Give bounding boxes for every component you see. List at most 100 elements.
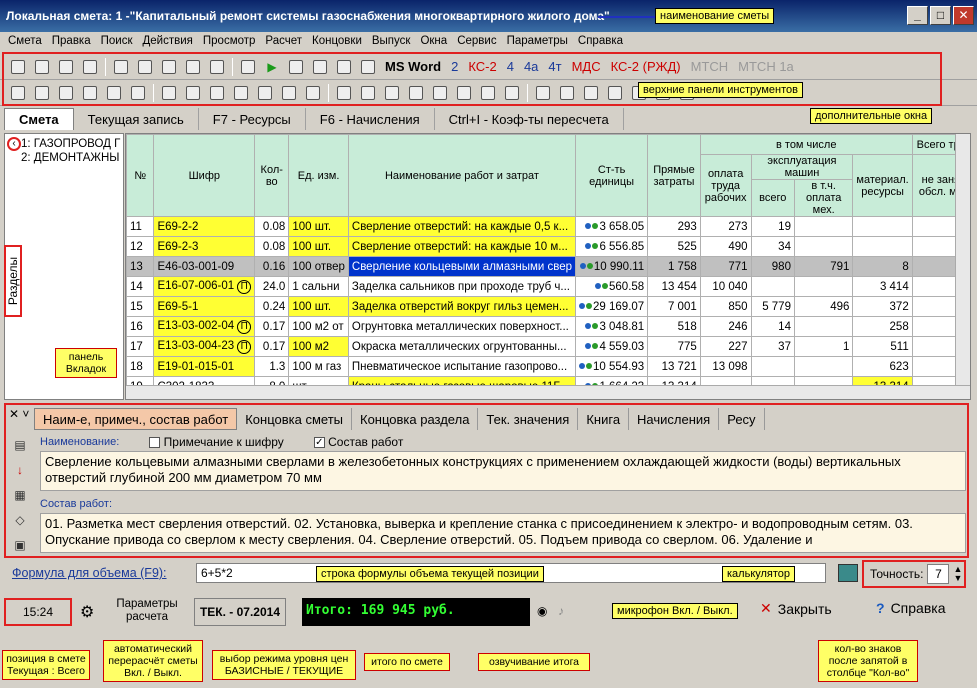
main-tab[interactable]: Смета xyxy=(4,108,74,130)
cell-code: Е19-01-015-01 xyxy=(153,356,256,377)
cell-text: Сверление отверстий: на каждые 10 м... xyxy=(351,240,568,253)
cell-text: 0.17 xyxy=(262,340,286,353)
table-row[interactable]: 16 Е13-03-002-04 П 0.17 100 м2 от Огрунтовка … xyxy=(126,316,970,337)
document-icon[interactable]: ▤ xyxy=(10,437,30,452)
close-button[interactable]: ✕ Закрыть xyxy=(760,600,832,617)
calculator-icon[interactable] xyxy=(838,564,858,582)
precision-spinner[interactable]: ▲ ▼ xyxy=(953,565,962,583)
cell-cost: 10 990.11 xyxy=(575,256,649,277)
cell-text: Е69-2-3 xyxy=(157,240,199,253)
cell-mt xyxy=(750,276,795,297)
menu-item[interactable]: Поиск xyxy=(96,35,138,47)
name-field[interactable]: Сверление кольцевыми алмазными сверлами … xyxy=(40,451,966,491)
cell-qty: 0.17 xyxy=(254,336,290,357)
main-tab[interactable]: F7 - Ресурсы xyxy=(199,108,306,130)
compose-checkbox[interactable]: ✓ xyxy=(313,437,325,449)
cell-mw xyxy=(793,276,854,297)
lower-tab[interactable]: Тек. значения xyxy=(478,408,579,430)
status-dot-icon xyxy=(592,243,599,250)
menu-item[interactable]: Сервис xyxy=(452,35,501,47)
close-window-button[interactable]: ✕ xyxy=(953,6,974,25)
section-item[interactable]: 1: ГАЗОПРОВОД Г xyxy=(5,137,123,151)
cell-labor: 10 040 xyxy=(699,276,752,297)
annotation-auto: автоматический перерасчёт сметы Вкл. / В… xyxy=(103,640,203,682)
cell-mt: 14 xyxy=(750,316,795,337)
cell-cost: 3 048.81 xyxy=(575,316,649,337)
menu-item[interactable]: Расчет xyxy=(260,35,307,47)
menu-item[interactable]: Параметры xyxy=(502,35,573,47)
menu-item[interactable]: Смета xyxy=(3,35,47,47)
book-icon[interactable]: ◇ xyxy=(10,513,30,528)
cell-mw: 496 xyxy=(793,296,854,317)
cell-mat: 258 xyxy=(852,316,913,337)
cell-text: 19 xyxy=(778,220,791,233)
price-mode-button[interactable]: ТЕК. - 07.2014 xyxy=(194,598,286,626)
cell-mt xyxy=(750,356,795,377)
table-row[interactable]: 14 Е16-07-006-01 П 24.0 1 сальни Заделка саль… xyxy=(126,276,970,297)
calc-params-button[interactable]: Параметры расчета xyxy=(108,598,186,624)
precision-label: Точность: xyxy=(870,567,924,581)
cell-text: 29 169.07 xyxy=(593,300,645,313)
lower-tab[interactable]: Наим-е, примеч., состав работ xyxy=(34,408,238,430)
lower-tab[interactable]: Начисления xyxy=(629,408,720,430)
cell-cost: 29 169.07 xyxy=(575,296,649,317)
maximize-button[interactable]: □ xyxy=(930,6,951,25)
cell-mt: 37 xyxy=(750,336,795,357)
calculator-small-icon[interactable]: ▣ xyxy=(10,538,30,553)
cell-labor: 771 xyxy=(699,256,752,277)
table-row[interactable]: 15 Е69-5-1 0.24 100 шт. Заделка отверстий во… xyxy=(126,296,970,317)
note-checkbox-label: Примечание к шифру xyxy=(163,435,284,449)
cell-text: 34 xyxy=(778,240,791,253)
lower-tab[interactable]: Концовка сметы xyxy=(237,408,352,430)
section-item[interactable]: 2: ДЕМОНТАЖНЫ xyxy=(5,151,123,165)
speaker-icon[interactable]: ◉ xyxy=(537,604,547,618)
grid-vertical-scrollbar[interactable] xyxy=(955,134,970,399)
menu-item[interactable]: Справка xyxy=(573,35,628,47)
table-row[interactable]: 17 Е13-03-004-23 П 0.17 100 м2 Окраска металл… xyxy=(126,336,970,357)
lower-tab[interactable]: Концовка раздела xyxy=(352,408,479,430)
menu-item[interactable]: Окна xyxy=(415,35,452,47)
status-dot-icon xyxy=(592,343,599,350)
collapse-icon[interactable]: ‹ xyxy=(7,137,21,151)
menu-item[interactable]: Действия xyxy=(138,35,198,47)
cell-text: 14 xyxy=(778,320,791,333)
cell-code: Е16-07-006-01 П xyxy=(153,276,256,297)
cell-text: 100 шт. xyxy=(292,300,332,313)
note-checkbox[interactable] xyxy=(149,437,161,449)
map-icon[interactable]: ▦ xyxy=(10,487,30,502)
menu-item[interactable]: Выпуск xyxy=(367,35,416,47)
microphone-icon[interactable]: ♪ xyxy=(558,604,564,618)
compose-field[interactable]: 01. Разметка мест сверления отверстий. 0… xyxy=(40,513,966,553)
help-button[interactable]: ? Справка xyxy=(876,600,945,616)
main-tab[interactable]: Текущая запись xyxy=(74,108,199,130)
cell-text: Сверление кольцевыми алмазными свер xyxy=(351,260,573,273)
table-row[interactable]: 13 Е46-03-001-09 0.16 100 отвер Сверление ко… xyxy=(126,256,970,277)
menu-item[interactable]: Правка xyxy=(47,35,96,47)
table-row[interactable]: 11 Е69-2-2 0.08 100 шт. Сверление отверстий:… xyxy=(126,216,970,237)
annotation-digits: кол-во знаков после запятой в столбце "К… xyxy=(818,640,918,682)
down-arrow-icon[interactable]: ↓ xyxy=(10,462,30,477)
cell-unit: 100 отвер xyxy=(288,256,349,277)
cell-cost: 560.58 xyxy=(575,276,649,297)
cell-text: 518 xyxy=(677,320,697,333)
estimate-table: № Шифр Кол-во Ед. изм. Наименование работ и … xyxy=(126,134,970,399)
cell-mat xyxy=(852,216,913,237)
compose-label: Состав работ: xyxy=(40,498,112,510)
gear-icon[interactable]: ⚙ xyxy=(80,602,94,622)
grid-horizontal-scrollbar[interactable] xyxy=(126,385,970,399)
main-tab[interactable]: F6 - Начисления xyxy=(306,108,435,130)
minimize-button[interactable]: _ xyxy=(907,6,928,25)
main-tab[interactable]: Ctrl+I - Коэф-ты пересчета xyxy=(435,108,624,130)
precision-value[interactable]: 7 xyxy=(927,564,950,584)
table-row[interactable]: 12 Е69-2-3 0.08 100 шт. Сверление отверстий:… xyxy=(126,236,970,257)
lower-tab[interactable]: Книга xyxy=(578,408,630,430)
panel-close-icon[interactable]: ✕ ˅ xyxy=(9,407,29,421)
menu-item[interactable]: Концовки xyxy=(307,35,367,47)
menu-item[interactable]: Просмотр xyxy=(198,35,261,47)
formula-label[interactable]: Формула для объема (F9): xyxy=(12,566,167,580)
table-row[interactable]: 18 Е19-01-015-01 1.3 100 м газ Пневматическо… xyxy=(126,356,970,377)
position-indicator: 15:24 xyxy=(4,598,72,626)
lower-tab[interactable]: Ресу xyxy=(719,408,765,430)
status-dot-icon xyxy=(592,323,599,330)
grid-header: Ст-ть единицы xyxy=(575,134,649,217)
